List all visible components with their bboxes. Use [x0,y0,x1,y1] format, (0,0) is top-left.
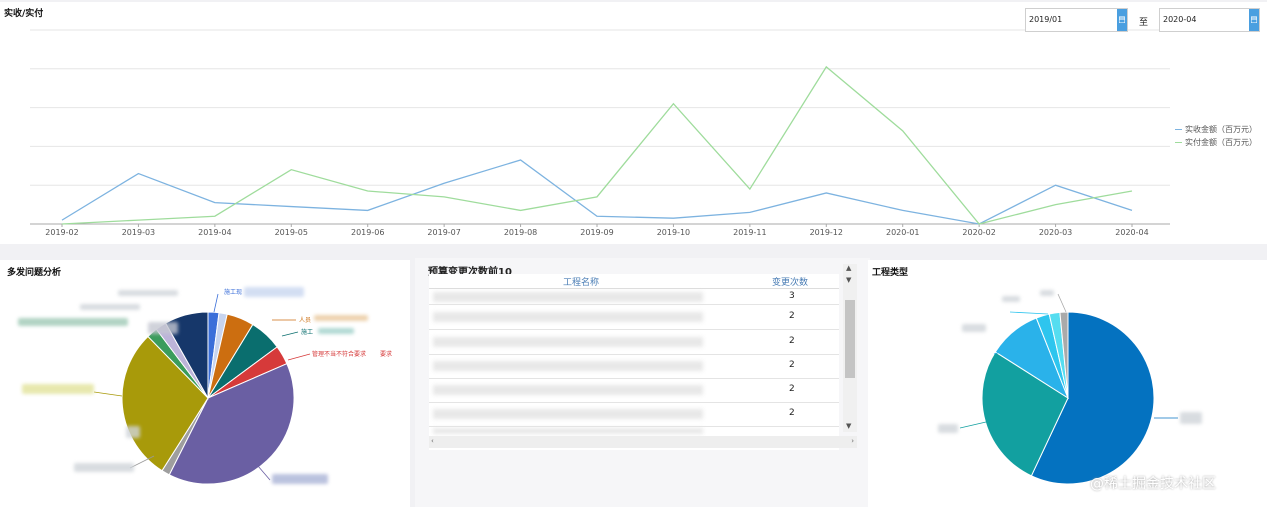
panel-title: 实收/实付 [4,9,44,19]
x-tick-label: 2019-08 [504,228,537,237]
leader-line [959,421,987,429]
table-row[interactable]: 2 [429,330,839,355]
vertical-scrollbar[interactable]: ▲ ▼ ▼ [843,264,857,432]
series-line-1 [61,65,1133,225]
blurred-label [314,315,368,321]
date-from-input[interactable]: 2019/01 [1025,8,1128,32]
blurred-label [938,424,958,433]
blurred-label [126,426,140,438]
panel-title: 多发问题分析 [7,268,62,278]
legend-item-received[interactable]: 实收金额（百万元） [1175,123,1257,136]
blurred-label [962,324,986,332]
slice-label: 施工现 [224,288,242,296]
date-from-value: 2019/01 [1029,15,1063,24]
leader-line [1057,293,1067,313]
row-name-blurred [433,428,703,434]
blurred-label [272,474,328,484]
table-row[interactable]: 2 [429,378,839,403]
x-tick-label: 2020-04 [1115,228,1148,237]
row-name-blurred [433,312,703,322]
date-to-value: 2020-04 [1163,15,1197,24]
chart-legend: 实收金额（百万元） 实付金额（百万元） [1175,123,1257,149]
blurred-label [1040,290,1054,296]
blurred-label [318,328,354,334]
row-count: 2 [789,360,795,370]
row-name-blurred [433,337,703,347]
row-name-blurred [433,385,703,395]
blurred-label [18,318,128,326]
x-tick-label: 2019-05 [275,228,308,237]
blurred-label [74,463,134,472]
row-count: 2 [789,336,795,346]
blurred-label [1180,412,1202,424]
row-name-blurred [433,292,703,302]
table-row[interactable]: 3 [429,289,839,305]
blurred-label [118,290,178,296]
x-tick-label: 2020-03 [1039,228,1072,237]
blurred-label [1002,296,1020,302]
project-type-pie-chart [959,293,1178,485]
scroll-left-icon[interactable]: ‹ [431,437,434,445]
leader-line [257,465,271,481]
panel-title: 工程类型 [872,268,909,278]
row-name-blurred [433,409,703,419]
blurred-label [22,384,94,394]
leader-line [281,331,299,337]
table-row[interactable]: 2 [429,402,839,427]
row-count: 2 [789,311,795,321]
x-tick-label: 2019-11 [733,228,766,237]
x-tick-label: 2019-09 [580,228,613,237]
scroll-thumb[interactable] [845,300,855,378]
blurred-label [244,287,304,297]
row-count: 2 [789,384,795,394]
issue-analysis-panel: 施工现施工 人员管理不当不符合要求 要求 多发问题分析 [0,260,410,507]
table-row[interactable] [429,426,839,436]
row-name-blurred [433,361,703,371]
x-tick-label: 2019-07 [427,228,460,237]
row-count: 3 [789,291,795,301]
x-tick-label: 2020-02 [962,228,995,237]
scroll-down-icon[interactable]: ▼ [846,422,851,430]
leader-line [287,353,311,361]
slice-label: 施工 [301,328,313,336]
watermark: @稀土掘金技术社区 [1090,476,1216,492]
leader-line [1009,311,1049,315]
line-chart: 2019-02 2019-03 2019-04 2019-05 2019-06 2019-… [30,29,1170,237]
revenue-payment-panel: 2019-02 2019-03 2019-04 2019-05 2019-06 2019-… [0,2,1267,244]
table-row[interactable]: 2 [429,354,839,379]
budget-change-panel: 预算变更次数前10 工程名称 变更次数 3 2 2 2 2 2 ▲ ▼ ▼ ‹ … [415,258,870,507]
scroll-down-icon[interactable]: ▼ [846,276,851,284]
legend-item-paid[interactable]: 实付金额（百万元） [1175,136,1257,149]
x-tick-label: 2019-04 [198,228,231,237]
horizontal-scrollbar[interactable]: ‹ › [429,436,857,448]
x-tick-label: 2019-03 [122,228,155,237]
project-type-panel: 工程类型 [868,260,1267,507]
column-header-count[interactable]: 变更次数 [772,275,808,288]
date-separator: 至 [1139,18,1149,28]
date-to-input[interactable]: 2020-04 [1159,8,1260,32]
x-tick-label: 2019-10 [657,228,690,237]
calendar-icon[interactable] [1249,9,1259,31]
column-header-name[interactable]: 工程名称 [563,275,599,288]
blurred-label [148,322,178,334]
x-tick-label: 2020-01 [886,228,919,237]
x-tick-label: 2019-06 [351,228,384,237]
scroll-right-icon[interactable]: › [851,437,854,445]
leader-line [213,293,219,313]
x-tick-label: 2019-02 [45,228,78,237]
slice-label: 人员 [299,317,311,324]
table-row[interactable]: 2 [429,305,839,330]
slice-label: 管理不当不符合要求 [312,350,366,358]
leader-line [93,391,123,397]
scroll-up-icon[interactable]: ▲ [846,264,851,272]
blurred-label [80,304,140,310]
slice-label: 要求 [380,350,392,358]
row-count: 2 [789,408,795,418]
x-tick-label: 2019-12 [810,228,843,237]
calendar-icon[interactable] [1117,9,1127,31]
